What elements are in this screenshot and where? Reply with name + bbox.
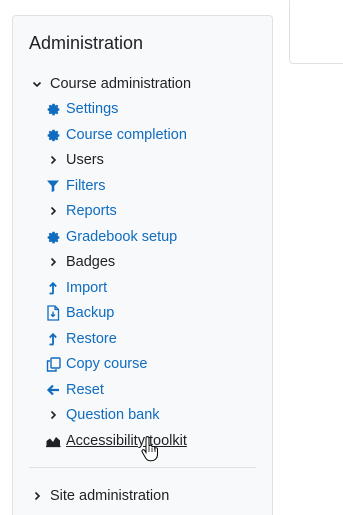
page: ʻ Administration Course administration S… (0, 0, 343, 515)
nav-item-course-completion[interactable]: Course completion (45, 124, 187, 146)
gear-icon (45, 229, 61, 245)
nav-item-label: Settings (66, 101, 119, 117)
nav-item-label: Reports (66, 203, 117, 219)
nav-item-accessibility-toolkit[interactable]: Accessibility toolkit (45, 430, 187, 452)
filter-icon (45, 178, 61, 194)
chevron-right-icon (45, 152, 61, 168)
upload-arrow-icon (45, 331, 61, 347)
nav-item-question-bank[interactable]: Question bank (45, 404, 160, 426)
course-administration-node[interactable]: Course administration (29, 73, 191, 95)
nav-item-copy-course[interactable]: Copy course (45, 353, 147, 375)
copy-icon (45, 356, 61, 372)
nav-item-reports[interactable]: Reports (45, 200, 117, 222)
nav-item-label: Question bank (66, 407, 160, 423)
chevron-down-icon (29, 76, 45, 92)
chevron-right-icon (29, 488, 45, 504)
nav-item-badges[interactable]: Badges (45, 251, 115, 273)
upload-arrow-icon (45, 280, 61, 296)
chevron-right-icon (45, 203, 61, 219)
nav-item-settings[interactable]: Settings (45, 98, 118, 120)
nav-item-gradebook-setup[interactable]: Gradebook setup (45, 226, 177, 248)
nav-item-label: Backup (66, 305, 115, 321)
arrow-left-icon (45, 382, 61, 398)
gear-icon (45, 101, 61, 117)
site-administration-node[interactable]: Site administration (29, 485, 169, 507)
block-title: Administration (29, 33, 144, 53)
nav-item-label: Course completion (66, 127, 187, 143)
gear-icon (45, 127, 61, 143)
divider (29, 467, 256, 468)
nav-item-label: Badges (66, 254, 116, 270)
chevron-right-icon (45, 407, 61, 423)
nav-item-label: Filters (66, 178, 106, 194)
nav-item-label: Restore (66, 331, 117, 347)
area-chart-icon (45, 433, 61, 449)
card-text-fragment: ʻ (326, 0, 330, 9)
nav-item-users[interactable]: Users (45, 149, 104, 171)
nav-item-label: Reset (66, 382, 104, 398)
nav-item-reset[interactable]: Reset (45, 379, 104, 401)
site-administration-label: Site administration (50, 488, 170, 504)
hand-cursor-icon (141, 436, 159, 462)
nav-item-filters[interactable]: Filters (45, 175, 105, 197)
nav-item-label: Gradebook setup (66, 229, 178, 245)
nav-item-restore[interactable]: Restore (45, 328, 117, 350)
nav-item-backup[interactable]: Backup (45, 302, 114, 324)
content-card: ʻ (289, 0, 343, 64)
nav-item-label: Import (66, 280, 108, 296)
course-administration-label: Course administration (50, 76, 192, 92)
nav-item-import[interactable]: Import (45, 277, 107, 299)
nav-item-label: Accessibility toolkit (66, 433, 187, 449)
nav-item-label: Users (66, 152, 104, 168)
chevron-right-icon (45, 254, 61, 270)
nav-item-label: Copy course (66, 356, 148, 372)
backup-file-icon (45, 305, 61, 321)
